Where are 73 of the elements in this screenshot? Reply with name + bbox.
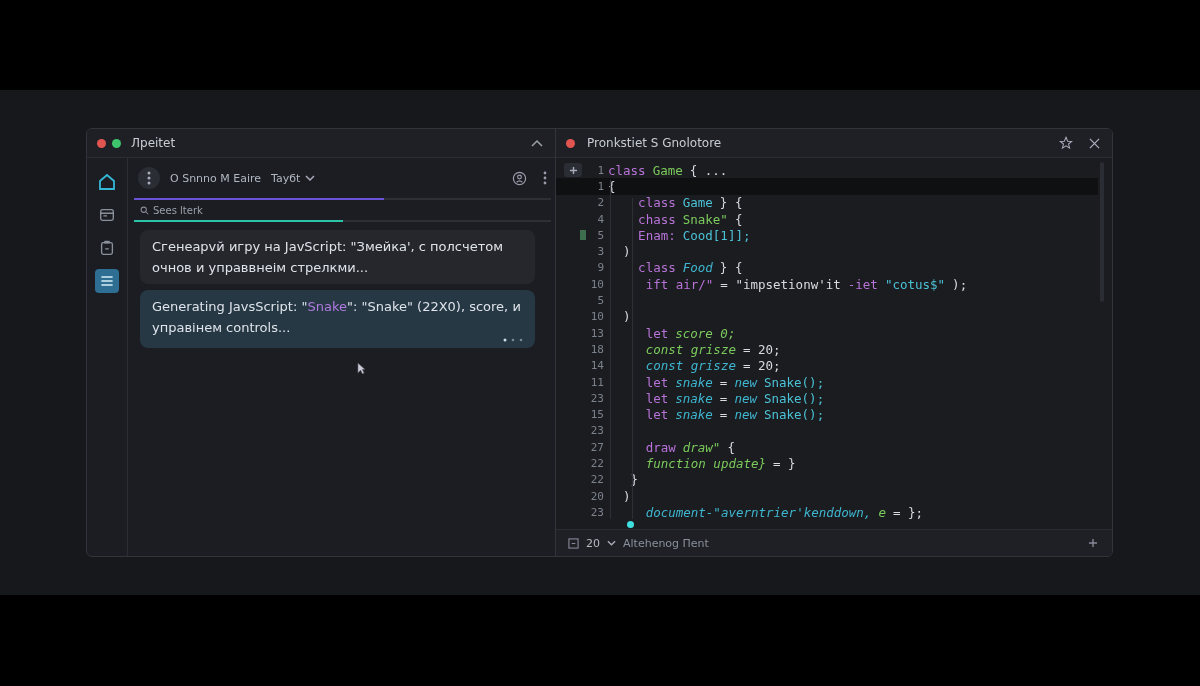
line-number: 23 — [589, 505, 604, 519]
line-number: 1 — [596, 179, 604, 193]
window-title: Лpeitet — [131, 136, 177, 150]
add-button[interactable] — [564, 163, 582, 177]
more-icon[interactable] — [543, 171, 547, 185]
account-icon[interactable] — [512, 170, 527, 186]
code-line: class Game { ... — [608, 162, 728, 178]
code-line: ) — [622, 309, 631, 325]
code-line: let snake = new Snake(); — [644, 407, 825, 423]
close-dot[interactable] — [97, 138, 106, 148]
status-count: 20 — [586, 536, 600, 550]
list-icon — [99, 273, 115, 289]
maximize-dot[interactable] — [112, 138, 121, 148]
status-label: Altehenog Пent — [623, 536, 709, 550]
window-icon — [98, 206, 116, 224]
cursor-dot — [627, 521, 634, 528]
line-number: 27 — [589, 440, 604, 454]
line-number: 23 — [589, 424, 604, 438]
plus-icon — [568, 165, 578, 175]
chevron-down-icon[interactable] — [607, 540, 616, 546]
code-line: class Food } { — [637, 260, 743, 276]
line-number: 20 — [589, 489, 604, 503]
code-line: let snake = new Snake(); — [644, 374, 825, 390]
line-number: 1 — [596, 163, 604, 177]
window-title: Pronkstiet S Gnolotore — [587, 136, 722, 150]
more-icon — [147, 171, 151, 185]
session-name: O Snnno M Eaire — [170, 171, 262, 185]
message-text: Сгенеарvй игру на JavScript: "Змейка', с полсчетом очнов и управвнеім стрелкми... — [152, 238, 504, 277]
code-line: const grisze = 20; — [644, 341, 781, 357]
search-icon — [140, 205, 149, 215]
code-line: chass Snake" { — [637, 211, 743, 227]
line-number: 5 — [596, 228, 604, 242]
chevron-down-icon — [305, 175, 316, 181]
code-line: ) — [622, 244, 631, 260]
line-number: 2 — [596, 196, 604, 210]
code-line: let score 0; — [644, 325, 736, 341]
more-button[interactable] — [138, 167, 160, 189]
add-icon[interactable] — [1088, 538, 1098, 548]
line-number: 14 — [589, 359, 604, 373]
panel-icon[interactable] — [568, 537, 579, 549]
line-number: 22 — [589, 473, 604, 487]
line-number: 22 — [589, 457, 604, 470]
line-number: 23 — [589, 391, 604, 405]
line-number: 9 — [596, 261, 604, 275]
code-line: let snake = new Snake(); — [644, 390, 825, 406]
line-number: 13 — [589, 326, 604, 340]
line-number: 15 — [589, 408, 604, 422]
line-number: 4 — [596, 212, 604, 226]
search-field[interactable]: Sees lterk — [153, 204, 353, 216]
code-line: Enam: Cood[1]]; — [637, 227, 751, 243]
code-line: document-"averntrier'kenddown, e = }; — [644, 504, 924, 520]
close-dot[interactable] — [566, 138, 575, 148]
line-number: 10 — [589, 310, 604, 324]
code-line: ) — [622, 488, 631, 504]
line-number: 11 — [589, 375, 604, 389]
list-button[interactable] — [95, 269, 119, 293]
line-number: 18 — [589, 342, 604, 356]
mouse-pointer-icon — [357, 362, 366, 375]
code-line: const grisze = 20; — [644, 358, 781, 374]
star-icon[interactable] — [1059, 136, 1073, 150]
code-line: function update} = } — [644, 456, 796, 471]
code-line: ift air/" = "impsetionw'it -iet "cotus$" ); — [644, 276, 968, 292]
clipboard-icon — [98, 239, 116, 257]
home-icon — [97, 172, 117, 192]
model-dropdown[interactable]: Tayбt — [271, 171, 316, 185]
close-icon[interactable] — [1089, 137, 1100, 149]
code-line: draw draw" { — [644, 439, 735, 455]
message-text: Generating JavsScript: "Snake": "Snake" (22X0), score, и управінем controls... — [152, 298, 522, 337]
line-number: 10 — [589, 277, 604, 291]
line-number: 5 — [596, 294, 604, 307]
line-number: 3 — [596, 245, 604, 259]
chevron-up-icon[interactable] — [531, 139, 543, 147]
code-line: class Game } { — [637, 195, 743, 211]
